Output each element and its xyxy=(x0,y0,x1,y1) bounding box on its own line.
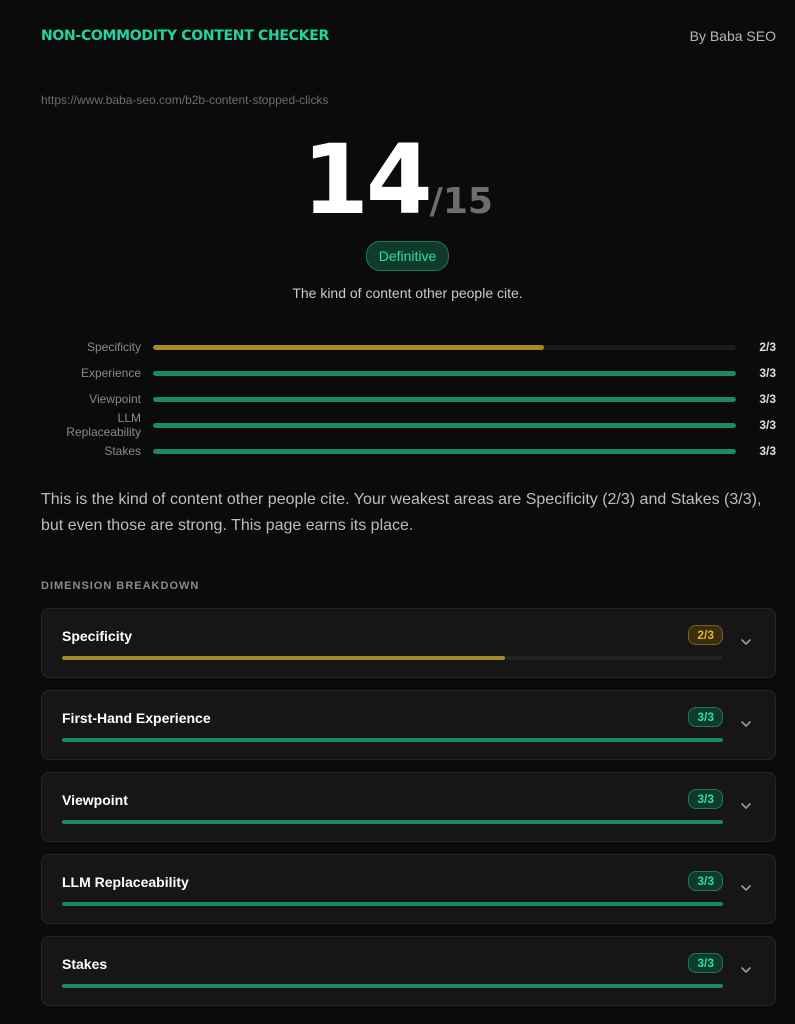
dimension-breakdown: Specificity 2/3 First-Hand Experience 3/3 Vi… xyxy=(41,608,776,1018)
summary-bar-track xyxy=(153,396,736,402)
score-max: /15 xyxy=(429,181,493,222)
summary-bar-track xyxy=(153,422,736,428)
dimension-title: Viewpoint xyxy=(62,792,128,808)
dimension-card[interactable]: Specificity 2/3 xyxy=(41,608,776,678)
dimension-score-badge: 3/3 xyxy=(688,789,723,809)
dimension-score-badge: 3/3 xyxy=(688,707,723,727)
summary-bar-value: 3/3 xyxy=(759,392,776,406)
summary-bar-fill xyxy=(153,344,544,350)
chevron-down-icon[interactable] xyxy=(739,881,753,895)
summary-bar-value: 3/3 xyxy=(759,418,776,432)
checked-url: https://www.baba-seo.com/b2b-content-sto… xyxy=(41,93,329,107)
total-score: 14/15 xyxy=(0,130,795,230)
summary-bar-label: Experience xyxy=(80,366,141,380)
summary-bar-track xyxy=(153,370,736,376)
page: NON-COMMODITY CONTENT CHECKER By Baba SE… xyxy=(0,0,795,1024)
dimension-title: Specificity xyxy=(62,628,133,644)
chevron-down-icon[interactable] xyxy=(739,635,753,649)
summary-bar-fill xyxy=(153,396,736,402)
dimension-bar-track xyxy=(62,738,723,742)
dimension-bar-track xyxy=(62,984,723,988)
summary-bar-fill xyxy=(153,370,736,376)
chevron-down-icon[interactable] xyxy=(739,799,753,813)
summary-bar-fill xyxy=(153,448,736,454)
dimension-title: LLM Replaceability xyxy=(62,874,189,890)
dimension-bar-track xyxy=(62,820,723,824)
verdict-badge: Definitive xyxy=(365,241,450,271)
byline: By Baba SEO xyxy=(689,28,776,44)
summary-bar-value: 3/3 xyxy=(759,366,776,380)
dimension-title: Stakes xyxy=(62,956,108,972)
app-title: NON-COMMODITY CONTENT CHECKER xyxy=(41,28,329,44)
dimension-card[interactable]: Viewpoint 3/3 xyxy=(41,772,776,842)
dimension-bar-fill xyxy=(62,902,723,906)
summary-bar-track xyxy=(153,344,736,350)
score-value: 14 xyxy=(302,124,433,236)
dimension-bar-fill xyxy=(62,820,723,824)
summary-bar-label: Viewpoint xyxy=(89,392,141,406)
summary-bar-row: LLM Replaceability 3/3 xyxy=(41,411,776,439)
dimension-title: First-Hand Experience xyxy=(62,710,211,726)
summary-bar-row: Viewpoint 3/3 xyxy=(41,386,776,412)
summary-bar-value: 2/3 xyxy=(759,340,776,354)
summary-bar-fill xyxy=(153,422,736,428)
dimension-score-badge: 2/3 xyxy=(688,625,723,645)
dimension-bar-fill xyxy=(62,656,505,660)
summary-bar-label: Stakes xyxy=(104,444,141,458)
chevron-down-icon[interactable] xyxy=(739,717,753,731)
dimension-card[interactable]: Stakes 3/3 xyxy=(41,936,776,1006)
summary-bar-track xyxy=(153,448,736,454)
summary-bar-value: 3/3 xyxy=(759,444,776,458)
dimension-card[interactable]: LLM Replaceability 3/3 xyxy=(41,854,776,924)
dimension-score-badge: 3/3 xyxy=(688,953,723,973)
chevron-down-icon[interactable] xyxy=(739,963,753,977)
dimension-score-badge: 3/3 xyxy=(688,871,723,891)
summary-bars: Specificity 2/3 Experience 3/3 Viewpoint 3/3 L… xyxy=(41,334,776,464)
verdict-tagline: The kind of content other people cite. xyxy=(292,285,523,301)
dimension-bar-track xyxy=(62,656,723,660)
summary-paragraph: This is the kind of content other people… xyxy=(41,491,762,534)
summary-bar-label: LLM Replaceability xyxy=(66,411,141,439)
header: NON-COMMODITY CONTENT CHECKER By Baba SE… xyxy=(41,25,776,47)
dimension-bar-track xyxy=(62,902,723,906)
dimension-card[interactable]: First-Hand Experience 3/3 xyxy=(41,690,776,760)
summary-bar-row: Experience 3/3 xyxy=(41,360,776,386)
summary-bar-label: Specificity xyxy=(86,340,141,354)
section-title: DIMENSION BREAKDOWN xyxy=(41,580,200,592)
dimension-bar-fill xyxy=(62,738,723,742)
dimension-bar-fill xyxy=(62,984,723,988)
summary-bar-row: Specificity 2/3 xyxy=(41,334,776,360)
summary-bar-row: Stakes 3/3 xyxy=(41,438,776,464)
